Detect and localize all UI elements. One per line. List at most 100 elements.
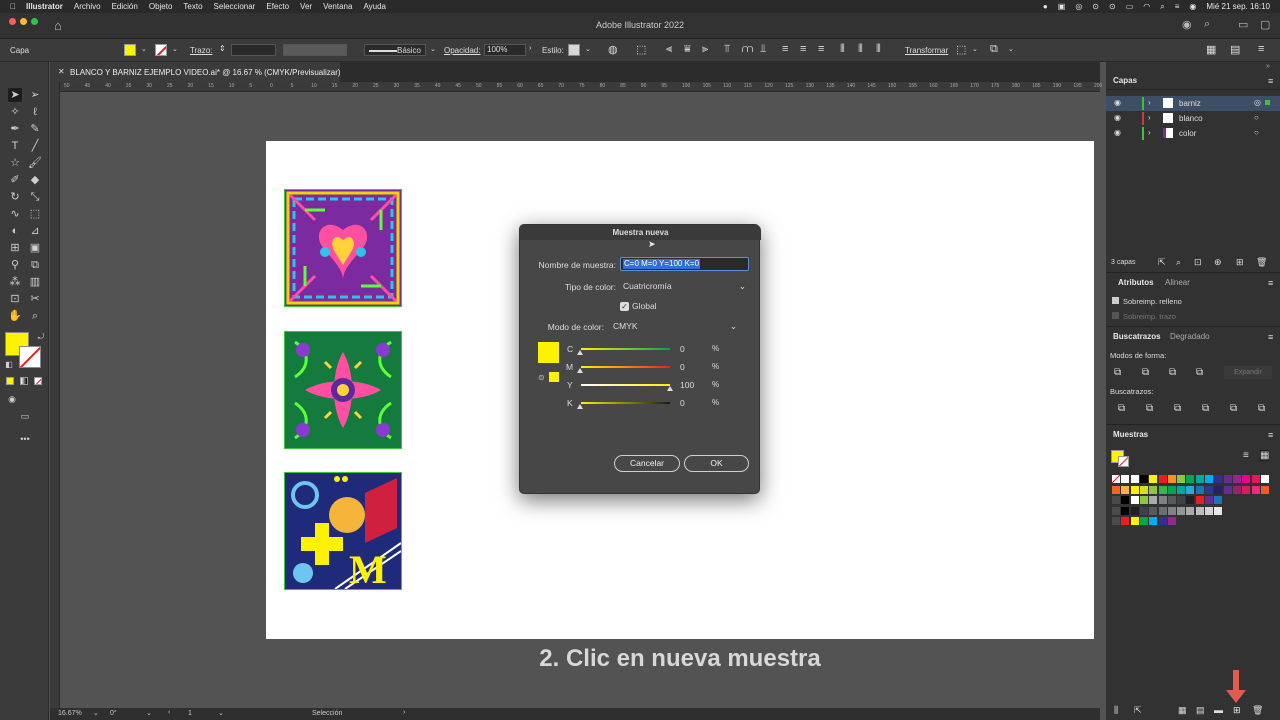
swatch-chip[interactable] bbox=[1130, 485, 1139, 494]
list-view-icon[interactable]: ≡ bbox=[1243, 450, 1249, 461]
creative-cloud-icon[interactable]: ◎ bbox=[1075, 2, 1082, 11]
channel-k-handle[interactable] bbox=[577, 404, 583, 409]
overprint-fill-checkbox[interactable] bbox=[1112, 297, 1119, 304]
align-left-icon[interactable]: ⫷ bbox=[666, 43, 672, 56]
channel-y-handle[interactable] bbox=[667, 386, 673, 391]
place-swatch-icon[interactable]: ⇱ bbox=[1134, 705, 1142, 716]
rotation-dropdown-icon[interactable]: ⌄ bbox=[146, 709, 152, 717]
screen-icon[interactable]: ▣ bbox=[1058, 2, 1066, 11]
swatch-chip[interactable] bbox=[1177, 475, 1186, 483]
artboard-tool-icon[interactable]: ⊡ bbox=[8, 292, 22, 306]
expand-arrow-icon[interactable]: › bbox=[1148, 98, 1151, 107]
collapse-dock-icon[interactable]: » bbox=[1266, 63, 1270, 70]
swatch-chip[interactable] bbox=[1167, 506, 1176, 515]
target-icon[interactable]: ◎ bbox=[1254, 98, 1261, 107]
swatch-chip[interactable] bbox=[1167, 485, 1176, 494]
swatch-chip[interactable] bbox=[1214, 485, 1223, 494]
swatch-chip[interactable] bbox=[1223, 485, 1232, 494]
default-colors-icon[interactable]: ◧ bbox=[2, 358, 16, 372]
swatch-chip[interactable] bbox=[1158, 506, 1167, 515]
swatch-chip[interactable] bbox=[1158, 517, 1167, 525]
distribute-vcenter-icon[interactable]: ≡ bbox=[800, 43, 806, 55]
share-icon[interactable]: ▢ bbox=[1260, 18, 1270, 31]
menu-app[interactable]: Illustrator bbox=[26, 2, 63, 11]
swatch-chip[interactable] bbox=[1149, 475, 1158, 483]
menu-ayuda[interactable]: Ayuda bbox=[363, 2, 386, 11]
isolate-dropdown-icon[interactable]: ⌄ bbox=[972, 45, 978, 53]
swatch-chip[interactable] bbox=[1242, 485, 1251, 494]
color-mode-select[interactable]: CMYK ⌄ bbox=[610, 319, 740, 333]
swatch-chip[interactable] bbox=[1158, 485, 1167, 494]
opacity-arrow-icon[interactable]: › bbox=[529, 45, 531, 52]
target-icon[interactable]: ○ bbox=[1254, 113, 1259, 122]
expand-arrow-icon[interactable]: › bbox=[1148, 113, 1151, 122]
panel-grid-icon[interactable]: ▦ bbox=[1206, 43, 1216, 56]
type-tool-icon[interactable]: T bbox=[8, 139, 22, 153]
paintbrush-tool-icon[interactable]: 🖌 bbox=[28, 156, 42, 170]
delete-swatch-icon[interactable]: 🗑 bbox=[1252, 705, 1263, 716]
align-to-icon[interactable]: ⬚ bbox=[636, 43, 646, 56]
swatch-chip[interactable] bbox=[1223, 475, 1232, 483]
swatch-chip[interactable] bbox=[1112, 517, 1120, 525]
swatch-chip[interactable] bbox=[1139, 475, 1148, 483]
line-tool-icon[interactable]: ╱ bbox=[28, 139, 42, 153]
swatch-chip[interactable] bbox=[1149, 485, 1158, 494]
edit-toolbar-icon[interactable]: ••• bbox=[18, 432, 32, 446]
swatch-chip[interactable] bbox=[1121, 517, 1130, 525]
swatch-chip[interactable] bbox=[1214, 475, 1223, 483]
artboard-value[interactable]: 1 bbox=[188, 710, 192, 717]
layer-name[interactable]: barniz bbox=[1179, 99, 1201, 108]
fill-dropdown-icon[interactable]: ⌄ bbox=[141, 45, 147, 53]
swatch-chip[interactable] bbox=[1130, 517, 1139, 525]
isolate-icon[interactable]: ⬚ bbox=[956, 43, 966, 56]
channel-c-slider[interactable] bbox=[581, 348, 670, 350]
minus-front-icon[interactable]: ⧉ bbox=[1142, 367, 1149, 378]
swatches-stroke-swatch[interactable] bbox=[1118, 456, 1129, 467]
shaper-tool-icon[interactable]: ✐ bbox=[8, 173, 22, 187]
screen-mode-icon[interactable]: ▭ bbox=[18, 409, 32, 423]
swatch-chip[interactable] bbox=[1195, 485, 1204, 494]
color-mode-icon[interactable] bbox=[6, 377, 14, 385]
swatch-chip[interactable] bbox=[1186, 496, 1195, 504]
crop-icon[interactable]: ⧉ bbox=[1202, 403, 1209, 414]
swatch-chip[interactable] bbox=[1177, 506, 1186, 515]
document-tab[interactable]: ✕ BLANCO Y BARNIZ EJEMPLO VIDEO.ai* @ 16… bbox=[50, 62, 341, 82]
gradient-tool-icon[interactable]: ▣ bbox=[28, 241, 42, 255]
arrange-dropdown-icon[interactable]: ⌄ bbox=[1008, 45, 1014, 53]
zoom-tool-icon[interactable]: ⌕ bbox=[28, 309, 42, 323]
star-tool-icon[interactable]: ☆ bbox=[8, 156, 22, 170]
export-layer-icon[interactable]: ⇱ bbox=[1158, 257, 1166, 268]
swatch-chip[interactable] bbox=[1205, 506, 1213, 515]
visibility-eye-icon[interactable]: ◉ bbox=[1114, 113, 1121, 122]
exclude-icon[interactable]: ⧉ bbox=[1196, 367, 1203, 378]
align-right-icon[interactable]: ⫸ bbox=[702, 43, 708, 56]
artboard-dropdown-icon[interactable]: ⌄ bbox=[218, 709, 224, 717]
channel-y-slider[interactable] bbox=[581, 384, 670, 386]
swatch-chip[interactable] bbox=[1214, 506, 1223, 515]
panel-collapse-icon[interactable]: ▤ bbox=[1230, 43, 1240, 56]
swatch-chip[interactable] bbox=[1121, 496, 1130, 504]
clock[interactable]: Mié 21 sep. 16:10 bbox=[1206, 2, 1270, 11]
align-vcenter-icon[interactable]: ⩋ bbox=[742, 43, 753, 56]
swatch-chip[interactable] bbox=[1130, 496, 1139, 504]
apple-icon[interactable]:  bbox=[10, 2, 16, 11]
horizontal-ruler[interactable]: 50 45 40 35 30 25 20 15 10 5 0 5 10 15 20 25 30 35 40 45 50 5… bbox=[60, 82, 1102, 92]
swap-fill-stroke-icon[interactable]: ⤾ bbox=[34, 330, 48, 344]
curvature-tool-icon[interactable]: ✎ bbox=[28, 122, 42, 136]
pathfinder-menu-icon[interactable]: ≡ bbox=[1268, 332, 1273, 342]
search-icon[interactable]: ⌕ bbox=[1204, 18, 1210, 31]
distribute-hcenter-icon[interactable]: ⦀ bbox=[858, 43, 863, 56]
style-dropdown-icon[interactable]: ⌄ bbox=[585, 45, 591, 53]
fill-swatch[interactable] bbox=[124, 44, 136, 56]
swatch-chip[interactable] bbox=[1214, 496, 1223, 504]
free-transform-tool-icon[interactable]: ⬚ bbox=[28, 207, 42, 221]
tab-atributos[interactable]: Atributos bbox=[1118, 278, 1154, 287]
swatch-chip[interactable] bbox=[1139, 517, 1148, 525]
swatch-chip[interactable] bbox=[1167, 517, 1176, 525]
distribute-bottom-icon[interactable]: ≡ bbox=[818, 43, 824, 55]
rotate-tool-icon[interactable]: ↻ bbox=[8, 190, 22, 204]
new-layer-icon[interactable]: ⊞ bbox=[1236, 257, 1244, 268]
channel-k-value[interactable]: 0 bbox=[680, 398, 685, 408]
swatch-chip[interactable] bbox=[1139, 496, 1148, 504]
direct-selection-tool-icon[interactable]: ➢ bbox=[28, 88, 42, 102]
